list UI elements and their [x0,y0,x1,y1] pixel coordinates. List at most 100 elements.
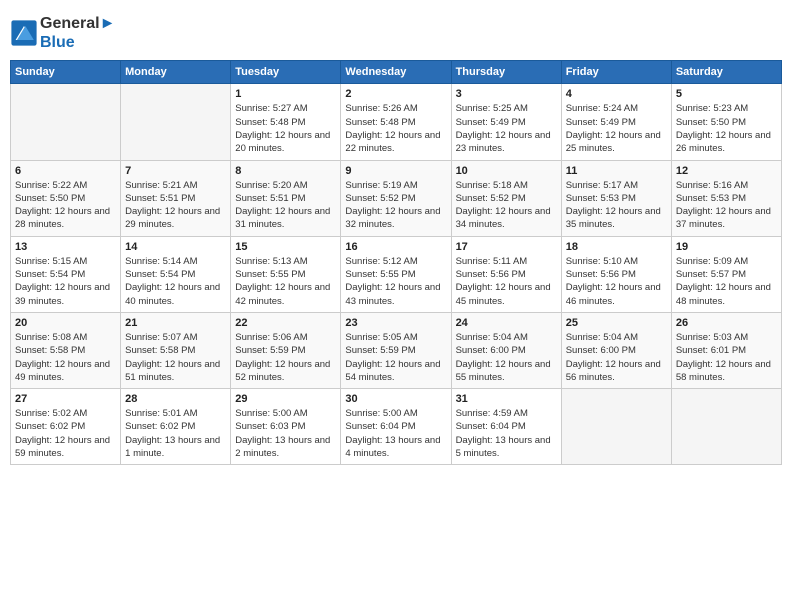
day-number: 19 [676,241,777,253]
calendar-cell: 29 Sunrise: 5:00 AMSunset: 6:03 PMDaylig… [231,389,341,465]
day-info: Sunrise: 5:17 AMSunset: 5:53 PMDaylight:… [566,179,667,232]
day-number: 12 [676,165,777,177]
day-info: Sunrise: 5:18 AMSunset: 5:52 PMDaylight:… [456,179,557,232]
calendar-cell: 7 Sunrise: 5:21 AMSunset: 5:51 PMDayligh… [121,160,231,236]
day-number: 21 [125,317,226,329]
day-number: 5 [676,88,777,100]
calendar-cell [121,84,231,160]
day-number: 6 [15,165,116,177]
day-info: Sunrise: 5:10 AMSunset: 5:56 PMDaylight:… [566,255,667,308]
day-number: 3 [456,88,557,100]
day-info: Sunrise: 5:24 AMSunset: 5:49 PMDaylight:… [566,102,667,155]
day-info: Sunrise: 5:08 AMSunset: 5:58 PMDaylight:… [15,331,116,384]
calendar-cell: 15 Sunrise: 5:13 AMSunset: 5:55 PMDaylig… [231,236,341,312]
calendar-cell: 6 Sunrise: 5:22 AMSunset: 5:50 PMDayligh… [11,160,121,236]
day-info: Sunrise: 5:26 AMSunset: 5:48 PMDaylight:… [345,102,446,155]
day-info: Sunrise: 5:02 AMSunset: 6:02 PMDaylight:… [15,407,116,460]
calendar-cell: 23 Sunrise: 5:05 AMSunset: 5:59 PMDaylig… [341,312,451,388]
day-info: Sunrise: 5:22 AMSunset: 5:50 PMDaylight:… [15,179,116,232]
calendar-cell: 8 Sunrise: 5:20 AMSunset: 5:51 PMDayligh… [231,160,341,236]
day-info: Sunrise: 4:59 AMSunset: 6:04 PMDaylight:… [456,407,557,460]
day-info: Sunrise: 5:00 AMSunset: 6:04 PMDaylight:… [345,407,446,460]
weekday-header: Monday [121,61,231,84]
day-info: Sunrise: 5:06 AMSunset: 5:59 PMDaylight:… [235,331,336,384]
day-info: Sunrise: 5:27 AMSunset: 5:48 PMDaylight:… [235,102,336,155]
calendar-cell: 18 Sunrise: 5:10 AMSunset: 5:56 PMDaylig… [561,236,671,312]
day-info: Sunrise: 5:09 AMSunset: 5:57 PMDaylight:… [676,255,777,308]
calendar-cell: 9 Sunrise: 5:19 AMSunset: 5:52 PMDayligh… [341,160,451,236]
day-info: Sunrise: 5:16 AMSunset: 5:53 PMDaylight:… [676,179,777,232]
day-number: 15 [235,241,336,253]
day-number: 2 [345,88,446,100]
day-number: 30 [345,393,446,405]
calendar-cell: 31 Sunrise: 4:59 AMSunset: 6:04 PMDaylig… [451,389,561,465]
day-number: 23 [345,317,446,329]
calendar-cell [11,84,121,160]
calendar-cell: 26 Sunrise: 5:03 AMSunset: 6:01 PMDaylig… [671,312,781,388]
day-info: Sunrise: 5:23 AMSunset: 5:50 PMDaylight:… [676,102,777,155]
calendar-cell: 10 Sunrise: 5:18 AMSunset: 5:52 PMDaylig… [451,160,561,236]
calendar-cell: 20 Sunrise: 5:08 AMSunset: 5:58 PMDaylig… [11,312,121,388]
day-number: 17 [456,241,557,253]
logo-text: General► Blue [40,14,115,52]
logo: General► Blue [10,14,115,52]
day-info: Sunrise: 5:13 AMSunset: 5:55 PMDaylight:… [235,255,336,308]
logo-icon [10,19,38,47]
calendar-cell: 3 Sunrise: 5:25 AMSunset: 5:49 PMDayligh… [451,84,561,160]
weekday-header: Friday [561,61,671,84]
day-number: 1 [235,88,336,100]
day-info: Sunrise: 5:12 AMSunset: 5:55 PMDaylight:… [345,255,446,308]
calendar-cell [561,389,671,465]
day-number: 28 [125,393,226,405]
weekday-header: Tuesday [231,61,341,84]
calendar-cell: 30 Sunrise: 5:00 AMSunset: 6:04 PMDaylig… [341,389,451,465]
day-number: 31 [456,393,557,405]
weekday-header: Sunday [11,61,121,84]
day-info: Sunrise: 5:03 AMSunset: 6:01 PMDaylight:… [676,331,777,384]
day-info: Sunrise: 5:01 AMSunset: 6:02 PMDaylight:… [125,407,226,460]
day-number: 22 [235,317,336,329]
calendar-cell: 5 Sunrise: 5:23 AMSunset: 5:50 PMDayligh… [671,84,781,160]
day-info: Sunrise: 5:15 AMSunset: 5:54 PMDaylight:… [15,255,116,308]
day-info: Sunrise: 5:00 AMSunset: 6:03 PMDaylight:… [235,407,336,460]
calendar-cell: 28 Sunrise: 5:01 AMSunset: 6:02 PMDaylig… [121,389,231,465]
calendar-cell: 27 Sunrise: 5:02 AMSunset: 6:02 PMDaylig… [11,389,121,465]
day-info: Sunrise: 5:04 AMSunset: 6:00 PMDaylight:… [566,331,667,384]
weekday-header: Wednesday [341,61,451,84]
calendar-cell: 21 Sunrise: 5:07 AMSunset: 5:58 PMDaylig… [121,312,231,388]
weekday-header: Thursday [451,61,561,84]
day-number: 16 [345,241,446,253]
calendar-cell: 1 Sunrise: 5:27 AMSunset: 5:48 PMDayligh… [231,84,341,160]
day-number: 11 [566,165,667,177]
calendar-cell: 11 Sunrise: 5:17 AMSunset: 5:53 PMDaylig… [561,160,671,236]
calendar-cell: 12 Sunrise: 5:16 AMSunset: 5:53 PMDaylig… [671,160,781,236]
page-header: General► Blue [10,10,782,52]
day-number: 25 [566,317,667,329]
day-info: Sunrise: 5:19 AMSunset: 5:52 PMDaylight:… [345,179,446,232]
calendar-cell [671,389,781,465]
calendar-cell: 19 Sunrise: 5:09 AMSunset: 5:57 PMDaylig… [671,236,781,312]
day-number: 9 [345,165,446,177]
day-number: 14 [125,241,226,253]
day-number: 27 [15,393,116,405]
day-info: Sunrise: 5:14 AMSunset: 5:54 PMDaylight:… [125,255,226,308]
day-info: Sunrise: 5:20 AMSunset: 5:51 PMDaylight:… [235,179,336,232]
calendar-table: SundayMondayTuesdayWednesdayThursdayFrid… [10,60,782,465]
day-info: Sunrise: 5:05 AMSunset: 5:59 PMDaylight:… [345,331,446,384]
day-info: Sunrise: 5:04 AMSunset: 6:00 PMDaylight:… [456,331,557,384]
calendar-cell: 22 Sunrise: 5:06 AMSunset: 5:59 PMDaylig… [231,312,341,388]
day-info: Sunrise: 5:25 AMSunset: 5:49 PMDaylight:… [456,102,557,155]
day-info: Sunrise: 5:11 AMSunset: 5:56 PMDaylight:… [456,255,557,308]
day-number: 8 [235,165,336,177]
day-number: 20 [15,317,116,329]
weekday-header: Saturday [671,61,781,84]
calendar-cell: 24 Sunrise: 5:04 AMSunset: 6:00 PMDaylig… [451,312,561,388]
calendar-cell: 4 Sunrise: 5:24 AMSunset: 5:49 PMDayligh… [561,84,671,160]
day-number: 7 [125,165,226,177]
day-info: Sunrise: 5:21 AMSunset: 5:51 PMDaylight:… [125,179,226,232]
day-number: 18 [566,241,667,253]
day-number: 4 [566,88,667,100]
calendar-cell: 13 Sunrise: 5:15 AMSunset: 5:54 PMDaylig… [11,236,121,312]
calendar-cell: 25 Sunrise: 5:04 AMSunset: 6:00 PMDaylig… [561,312,671,388]
day-number: 10 [456,165,557,177]
